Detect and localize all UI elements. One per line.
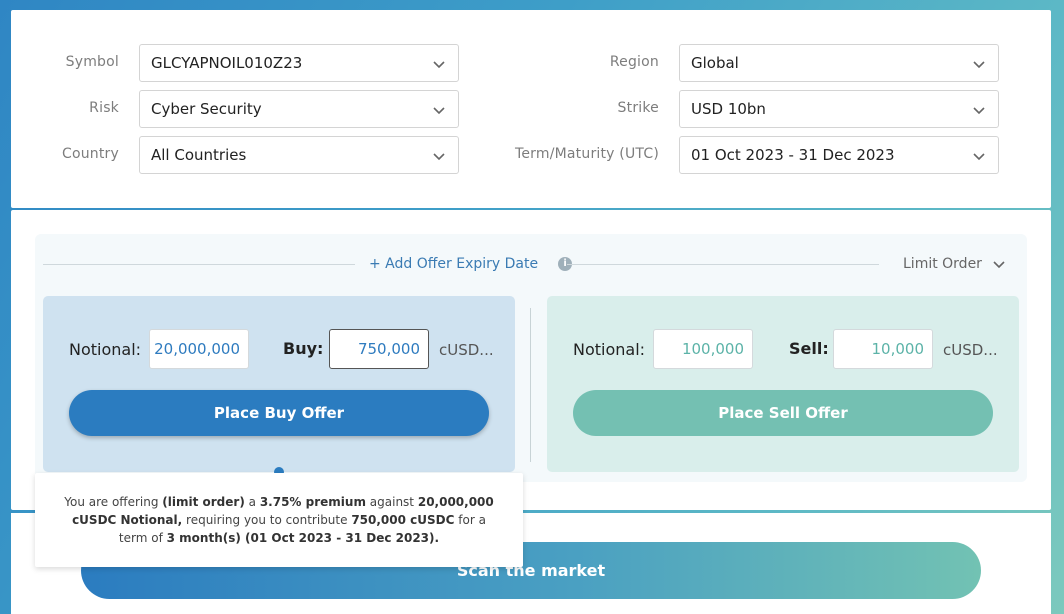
tooltip-bold: (limit order) [162,495,245,509]
chevron-down-icon [433,107,445,115]
country-label: Country [61,146,119,162]
tooltip-bold: 3.75% premium [259,495,366,509]
chevron-down-icon [973,61,985,69]
place-sell-offer-button[interactable]: Place Sell Offer [573,390,993,436]
risk-label: Risk [89,100,119,116]
filter-panel: Symbol GLCYAPNOIL010Z23 Risk Cyber Secur… [11,10,1051,208]
region-value: Global [691,54,739,72]
sell-notional-input[interactable]: 100,000 [653,329,753,369]
offer-panel: + Add Offer Expiry Date i Limit Order No… [11,210,1051,510]
offer-summary-tooltip: You are offering (limit order) a 3.75% p… [35,473,523,567]
strike-label: Strike [617,100,659,116]
term-label: Term/Maturity (UTC) [514,146,659,162]
order-type-select[interactable]: Limit Order [903,256,1006,272]
buy-notional-input[interactable]: 20,000,000 [149,329,249,369]
tooltip-text: a [248,495,256,509]
tooltip-text: You are offering [64,495,159,509]
buy-currency: cUSD... [439,341,494,359]
tooltip-text: requiring you to contribute [186,513,348,527]
vertical-divider [530,308,531,462]
chevron-down-icon [973,107,985,115]
symbol-select[interactable]: GLCYAPNOIL010Z23 [139,44,459,82]
buy-amount-label: Buy: [283,339,324,358]
region-label: Region [609,54,659,70]
risk-select[interactable]: Cyber Security [139,90,459,128]
buy-notional-label: Notional: [69,340,142,359]
buy-amount-input[interactable]: 750,000 [329,329,429,369]
symbol-value: GLCYAPNOIL010Z23 [151,54,303,72]
chevron-down-icon [993,261,1005,269]
add-offer-expiry-button[interactable]: + Add Offer Expiry Date i [369,256,573,272]
symbol-label: Symbol [65,54,119,70]
term-select[interactable]: 01 Oct 2023 - 31 Dec 2023 [679,136,999,174]
sell-notional-label: Notional: [573,340,646,359]
add-offer-expiry-label: + Add Offer Expiry Date [369,256,539,272]
country-select[interactable]: All Countries [139,136,459,174]
risk-value: Cyber Security [151,100,262,118]
tooltip-text: against [369,495,415,509]
order-type-value: Limit Order [903,256,982,272]
place-buy-offer-button[interactable]: Place Buy Offer [69,390,489,436]
chevron-down-icon [433,61,445,69]
sell-amount-input[interactable]: 10,000 [833,329,933,369]
chevron-down-icon [973,153,985,161]
strike-value: USD 10bn [691,100,766,118]
sell-amount-label: Sell: [789,339,829,358]
tooltip-bold: 750,000 cUSDC [351,513,455,527]
chevron-down-icon [433,153,445,161]
sell-currency: cUSD... [943,341,998,359]
buy-offer-box: Notional: 20,000,000 Buy: 750,000 cUSD..… [43,296,515,472]
tooltip-bold: 3 month(s) (01 Oct 2023 - 31 Dec 2023). [166,531,440,545]
term-value: 01 Oct 2023 - 31 Dec 2023 [691,146,895,164]
divider-line [567,264,879,265]
region-select[interactable]: Global [679,44,999,82]
offer-area: + Add Offer Expiry Date i Limit Order No… [35,234,1027,482]
country-value: All Countries [151,146,247,164]
sell-offer-box: Notional: 100,000 Sell: 10,000 cUSD... P… [547,296,1019,472]
divider-line [43,264,355,265]
strike-select[interactable]: USD 10bn [679,90,999,128]
